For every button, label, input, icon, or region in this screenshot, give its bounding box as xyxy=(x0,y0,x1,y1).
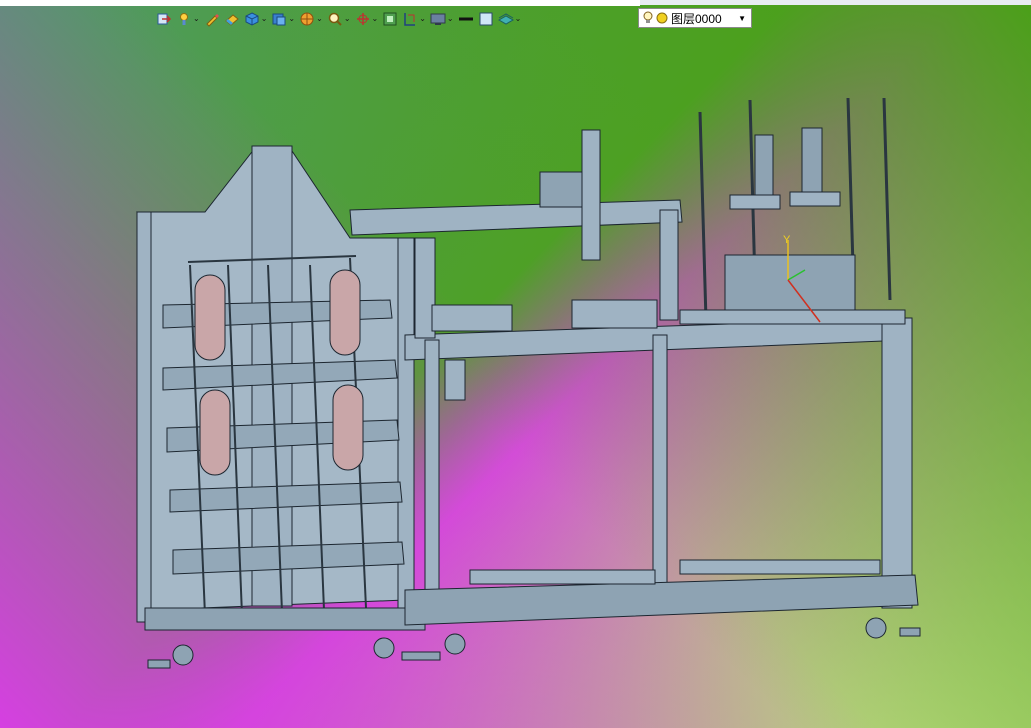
right-frame-post-a xyxy=(424,339,440,611)
chevron-down-icon: ⌄ xyxy=(260,14,268,23)
section-button[interactable]: ⌄ xyxy=(401,9,427,29)
oval-cutout xyxy=(199,389,231,476)
render-ball-button[interactable]: ⌄ xyxy=(298,9,324,29)
caster-wheel xyxy=(172,644,194,666)
camera-body xyxy=(754,134,774,196)
axis-label-y: Y xyxy=(783,234,791,246)
vertical-slide xyxy=(581,129,601,261)
layer-stack-button[interactable]: ⌄ xyxy=(497,9,523,29)
right-frame-post-c xyxy=(881,317,913,609)
camera-mount xyxy=(789,191,841,207)
caster-wheel xyxy=(444,633,466,655)
chevron-down-icon: ⌄ xyxy=(343,14,351,23)
machine-model[interactable]: Y xyxy=(0,0,1031,728)
rotate-button[interactable]: ⌄ xyxy=(354,9,380,29)
leveling-foot xyxy=(899,627,921,637)
line-weight-button[interactable] xyxy=(457,9,475,29)
light-button[interactable]: ⌄ xyxy=(175,9,201,29)
zoom-button[interactable]: ⌄ xyxy=(326,9,352,29)
fit-icon xyxy=(383,12,397,26)
light-icon xyxy=(180,13,188,25)
color-square-icon xyxy=(479,12,493,26)
eraser-button[interactable] xyxy=(223,9,241,29)
fixture-small xyxy=(444,359,466,401)
import-icon xyxy=(157,13,172,25)
zoom-icon xyxy=(328,12,342,26)
gantry-post xyxy=(659,209,679,321)
view-toolbar: ⌄ ⌄ ⌄ ⌄ ⌄ ⌄ ⌄ ⌄ ⌄ xyxy=(155,8,522,30)
fixture-block xyxy=(431,304,513,332)
stage-plate xyxy=(679,309,906,325)
lightbulb-icon xyxy=(643,11,653,23)
import-button[interactable] xyxy=(155,9,173,29)
camera-rod xyxy=(882,97,892,301)
layer-name: 图层0000 xyxy=(671,11,722,26)
leveling-foot xyxy=(401,651,441,661)
chevron-down-icon: ⌄ xyxy=(446,14,454,23)
left-base xyxy=(144,607,426,631)
layer-select[interactable]: 图层0000 ▼ xyxy=(638,8,752,28)
dropdown-arrow-icon: ▼ xyxy=(738,13,746,23)
camera-mount xyxy=(729,194,781,210)
render-ball-icon xyxy=(300,12,314,26)
right-frame-post-b xyxy=(652,334,668,606)
oval-cutout xyxy=(329,269,361,356)
eraser-icon xyxy=(224,14,239,26)
caster-wheel xyxy=(373,637,395,659)
pen-button[interactable] xyxy=(203,9,221,29)
fixture-block xyxy=(571,299,658,329)
3d-viewport[interactable]: Y xyxy=(0,0,1031,728)
view-cube-icon xyxy=(272,13,286,26)
section-icon xyxy=(404,13,416,26)
chevron-down-icon: ⌄ xyxy=(371,14,379,23)
display-icon xyxy=(430,13,446,25)
bottom-rail xyxy=(469,569,656,585)
chevron-down-icon: ⌄ xyxy=(514,14,522,23)
leveling-foot xyxy=(147,659,171,669)
chevron-down-icon: ⌄ xyxy=(288,14,296,23)
display-button[interactable]: ⌄ xyxy=(429,9,455,29)
camera-rod xyxy=(698,111,708,321)
cube-icon xyxy=(245,12,259,26)
caster-wheel xyxy=(865,617,887,639)
view-cube-button[interactable]: ⌄ xyxy=(270,9,296,29)
left-post xyxy=(136,211,152,623)
line-weight-icon xyxy=(458,17,473,21)
layer-stack-icon xyxy=(497,13,514,25)
chevron-down-icon: ⌄ xyxy=(419,14,426,23)
camera-body xyxy=(801,127,823,199)
chevron-down-icon: ⌄ xyxy=(193,14,200,23)
rotate-icon xyxy=(356,13,369,25)
oval-cutout xyxy=(332,384,364,471)
title-bar-remnant xyxy=(0,0,640,6)
fit-button[interactable] xyxy=(381,9,399,29)
bottom-rail xyxy=(679,559,881,575)
sun-icon xyxy=(656,12,668,24)
cube-button[interactable]: ⌄ xyxy=(243,9,269,29)
oval-cutout xyxy=(194,274,226,361)
motor-block xyxy=(539,171,583,208)
pen-icon xyxy=(205,14,219,27)
chevron-down-icon: ⌄ xyxy=(316,14,323,23)
gantry-beam xyxy=(349,199,683,236)
color-button[interactable] xyxy=(477,9,495,29)
title-bar-right xyxy=(640,0,1031,5)
